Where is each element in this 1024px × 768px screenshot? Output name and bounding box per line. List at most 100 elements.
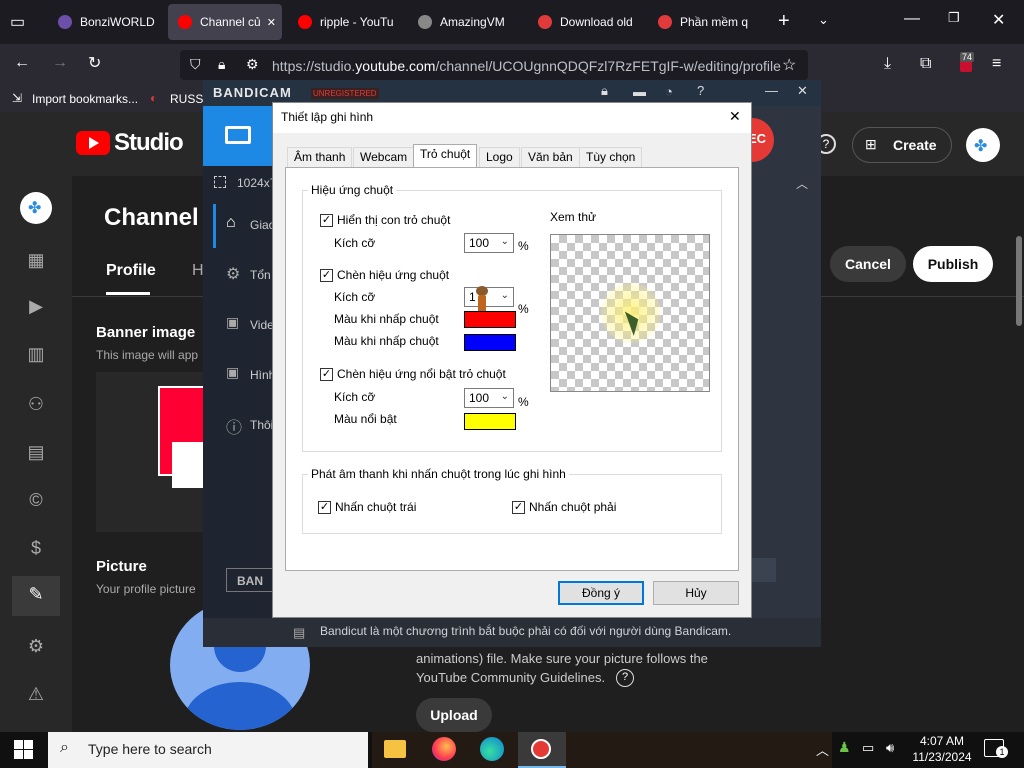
reload-icon[interactable]: ↻ <box>88 53 101 73</box>
screen-mode-button[interactable] <box>203 106 273 166</box>
lock-mode-icon[interactable]: 🔒︎ <box>601 83 608 99</box>
side-item-general-settings[interactable]: Tổn <box>250 268 271 282</box>
show-hidden-icons[interactable]: ︿ <box>816 740 829 759</box>
resolution-text: 1024x7 <box>237 176 277 190</box>
file-explorer-icon[interactable] <box>384 740 406 758</box>
left-click-sound-checkbox[interactable]: ✓ Nhấn chuột trái <box>318 500 416 514</box>
tab-options[interactable]: Tùy chọn <box>579 147 643 167</box>
extension-badge-icon[interactable]: 74 <box>956 52 978 76</box>
page-scrollbar[interactable] <box>1016 236 1022 326</box>
bookmark-star-icon[interactable]: ☆ <box>782 55 796 75</box>
dashboard-icon[interactable]: ▦ <box>24 250 48 274</box>
right-click-color-swatch[interactable] <box>464 334 516 351</box>
bandicam-taskbar-item[interactable] <box>518 732 566 768</box>
clock-date[interactable]: 11/23/2024 <box>908 750 976 764</box>
guideline-text-2: YouTube Community Guidelines. <box>416 670 606 685</box>
tab-cursor[interactable]: Trỏ chuột <box>413 144 478 168</box>
tab-webcam[interactable]: Webcam <box>353 147 415 167</box>
back-icon[interactable]: ← <box>14 54 30 72</box>
permissions-icon[interactable]: ⚙ <box>246 56 259 73</box>
show-cursor-checkbox[interactable]: ✓ Hiển thị con trỏ chuột <box>320 213 450 227</box>
minimize-icon[interactable]: — <box>904 10 920 28</box>
bookmark-import[interactable]: Import bookmarks... <box>32 92 138 106</box>
downloads-icon[interactable]: ⤓ <box>884 55 891 73</box>
import-icon: ⇲ <box>12 91 23 105</box>
close-window-icon[interactable]: ✕ <box>992 10 1005 30</box>
bandicam-help-icon[interactable]: ? <box>697 83 704 98</box>
bookmark-russi[interactable]: RUSSI <box>170 92 207 106</box>
publish-button[interactable]: Publish <box>913 246 993 282</box>
collapse-icon[interactable]: ︿ <box>796 175 808 192</box>
settings-icon[interactable]: ⚙ <box>24 636 48 660</box>
footer-text[interactable]: Bandicut là một chương trình bắt buộc ph… <box>320 624 731 638</box>
bandicam-minimize-icon[interactable]: — <box>765 83 778 98</box>
tab-logo[interactable]: Logo <box>479 147 520 167</box>
browser-tab[interactable]: Channel củ ✕ <box>168 4 282 40</box>
bandicam-close-icon[interactable]: ✕ <box>797 83 808 99</box>
tab-text[interactable]: Văn bản <box>521 147 580 167</box>
earn-icon[interactable]: $ <box>24 538 48 562</box>
right-click-sound-checkbox[interactable]: ✓ Nhấn chuột phải <box>512 500 616 514</box>
browser-tab[interactable]: AmazingVM <box>408 4 524 40</box>
shield-icon[interactable]: ⛉ <box>190 56 201 73</box>
folder-icon[interactable]: ▬ <box>633 84 646 99</box>
feedback-icon[interactable]: ⚠ <box>24 684 48 708</box>
click-effect-checkbox[interactable]: ✓ Chèn hiệu ứng chuột <box>320 268 449 282</box>
copyright-icon[interactable]: © <box>24 490 48 514</box>
banner-monitor <box>172 442 206 488</box>
tab-overview-icon[interactable]: ▭ <box>10 12 25 32</box>
highlight-size-select[interactable]: 100 ⌄ <box>464 388 514 408</box>
tab-profile[interactable]: Profile <box>106 262 156 280</box>
browser-tab[interactable]: Phần mềm q <box>648 4 764 40</box>
customization-nav[interactable]: ✎ <box>12 576 60 616</box>
browser-tab[interactable]: BonziWORLD <box>48 4 164 40</box>
highlight-label: Chèn hiệu ứng nổi bật trỏ chuột <box>337 367 506 381</box>
create-button[interactable]: ⊞ Create <box>852 127 952 163</box>
account-avatar[interactable]: ✤ <box>966 128 1000 162</box>
cancel-button[interactable]: Cancel <box>830 246 906 282</box>
lock-icon[interactable]: 🔒︎ <box>218 56 225 73</box>
notifications-icon[interactable]: 1 <box>984 739 1008 758</box>
highlight-color-swatch[interactable] <box>464 413 516 430</box>
tab-home[interactable]: H <box>192 262 204 280</box>
browser-tab[interactable]: Download old <box>528 4 644 40</box>
community-icon[interactable]: ⚇ <box>24 394 48 418</box>
bandicut-button[interactable]: BAN <box>226 568 276 592</box>
close-tab-icon[interactable]: ✕ <box>267 16 276 29</box>
chat-icon: ▤ <box>293 625 306 640</box>
edge-icon[interactable] <box>480 737 504 761</box>
restore-icon[interactable]: ❐ <box>948 10 960 26</box>
firefox-icon[interactable] <box>432 737 456 761</box>
browser-tab[interactable]: ripple - YouTu <box>288 4 404 40</box>
channel-avatar[interactable]: ✤ <box>20 192 52 224</box>
side-item-video[interactable]: Vide <box>250 318 274 332</box>
extensions-icon[interactable]: ⧉ <box>920 55 931 73</box>
list-tabs-icon[interactable]: ⌄ <box>818 12 829 28</box>
guideline-help-icon[interactable]: ? <box>616 669 634 687</box>
menu-icon[interactable]: ≡ <box>992 55 1001 73</box>
cursor-size-select[interactable]: 100 ⌄ <box>464 233 514 253</box>
subtitles-icon[interactable]: ▤ <box>24 442 48 466</box>
timer-icon[interactable]: ◔ <box>665 84 673 99</box>
highlight-checkbox[interactable]: ✓ Chèn hiệu ứng nổi bật trỏ chuột <box>320 367 506 381</box>
side-item-about[interactable]: Thôi <box>250 418 273 432</box>
analytics-icon[interactable]: ▥ <box>24 344 48 368</box>
new-tab-icon[interactable]: + <box>778 10 790 33</box>
taskbar-search[interactable]: ⌕ Type here to search <box>48 732 368 768</box>
upload-button[interactable]: Upload <box>416 698 492 732</box>
forward-icon[interactable]: → <box>52 54 68 72</box>
unregistered-badge: UNREGISTERED <box>311 88 379 99</box>
volume-icon[interactable]: 🔊︎ <box>886 740 894 756</box>
url-text[interactable]: https://studio.youtube.com/channel/UCOUg… <box>272 58 781 74</box>
tab-audio[interactable]: Âm thanh <box>287 147 353 167</box>
left-click-color-swatch[interactable] <box>464 311 516 328</box>
youtube-logo-icon[interactable] <box>76 131 110 155</box>
dialog-close-icon[interactable]: ✕ <box>729 108 741 125</box>
ok-button[interactable]: Đồng ý <box>558 581 644 605</box>
network-icon[interactable]: ▭ <box>862 740 874 756</box>
cancel-dialog-button[interactable]: Hủy <box>653 581 739 605</box>
content-icon[interactable]: ▶ <box>24 296 48 320</box>
clock-time[interactable]: 4:07 AM <box>916 734 968 748</box>
windows-start-icon[interactable] <box>14 740 34 760</box>
people-icon[interactable]: ♟ <box>838 739 851 756</box>
